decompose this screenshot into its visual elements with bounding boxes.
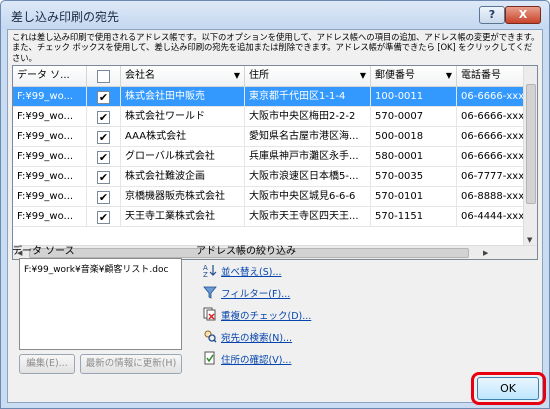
help-button[interactable]: ? (479, 6, 505, 24)
cell-phone[interactable]: 06-8888-xxxx (457, 187, 525, 207)
cell-source[interactable]: F:¥99_wo... (13, 187, 87, 207)
cell-zip[interactable]: 100-0011 (371, 87, 457, 107)
title-bar: 差し込み印刷の宛先 ? X (1, 1, 549, 29)
sort-dropdown-icon[interactable]: ▼ (360, 66, 366, 86)
row-checkbox[interactable]: ✔ (97, 171, 110, 184)
vertical-scrollbar[interactable]: ▲ ▼ (523, 66, 537, 246)
column-header-checkbox[interactable] (87, 66, 121, 87)
row-checkbox[interactable]: ✔ (97, 151, 110, 164)
cell-phone[interactable]: 06-6666-xxxx (457, 107, 525, 127)
refine-link[interactable]: 宛先の検索(N)... (221, 330, 292, 344)
find-recipient-icon (203, 329, 217, 343)
data-source-label: データ ソース (12, 246, 75, 257)
table-row[interactable]: F:¥99_wo... ✔ 天王寺工業株式会社 大阪市天王寺区四天王... 570-11… (13, 207, 525, 227)
cell-address[interactable]: 東京都千代田区1-1-4 (245, 87, 371, 107)
cell-company[interactable]: 株式会社ワールド (121, 107, 245, 127)
table-row[interactable]: F:¥99_wo... ✔ 株式会社田中販売 東京都千代田区1-1-4 100-0011… (13, 87, 525, 107)
cell-phone[interactable]: 06-6666-xxxx (457, 87, 525, 107)
table-row[interactable]: F:¥99_wo... ✔ グローバル株式会社 兵庫県神戸市灘区永手... 580-00… (13, 147, 525, 167)
grid-header: データ ソ... 会社名 ▼ 住所 ▼ 郵便番号 ▼ 電話番号 (13, 66, 537, 87)
row-checkbox[interactable]: ✔ (97, 91, 110, 104)
cell-address[interactable]: 大阪市中央区城見6-6-6 (245, 187, 371, 207)
cell-zip[interactable]: 500-0018 (371, 127, 457, 147)
table-row[interactable]: F:¥99_wo... ✔ 株式会社ワールド 大阪市中央区梅田2-2-2 570-000… (13, 107, 525, 127)
row-checkbox[interactable]: ✔ (97, 111, 110, 124)
row-checkbox[interactable]: ✔ (97, 191, 110, 204)
cell-zip[interactable]: 570-0007 (371, 107, 457, 127)
cell-source[interactable]: F:¥99_wo... (13, 207, 87, 227)
row-checkbox-cell: ✔ (87, 147, 121, 167)
cell-source[interactable]: F:¥99_wo... (13, 107, 87, 127)
vertical-scroll-thumb[interactable] (526, 84, 536, 204)
column-header-zip[interactable]: 郵便番号 ▼ (371, 66, 457, 87)
row-checkbox-cell: ✔ (87, 107, 121, 127)
cell-address[interactable]: 大阪市天王寺区四天王... (245, 207, 371, 227)
data-source-item[interactable]: F:¥99_work¥音楽¥顧客リスト.doc (24, 262, 168, 275)
cell-company[interactable]: 京橋機器販売株式会社 (121, 187, 245, 207)
cell-source[interactable]: F:¥99_wo... (13, 127, 87, 147)
sort-icon: AZ (203, 263, 217, 279)
filter-icon (203, 285, 217, 299)
scroll-right-icon[interactable]: ▶ (483, 249, 488, 257)
row-checkbox[interactable]: ✔ (97, 211, 110, 224)
cell-address[interactable]: 大阪市浪速区日本橋5-... (245, 167, 371, 187)
column-header-data-source[interactable]: データ ソ... (13, 66, 87, 87)
dialog-title: 差し込み印刷の宛先 (11, 10, 120, 24)
cell-zip[interactable]: 570-0035 (371, 167, 457, 187)
description-text: これは差し込み印刷で使用されるアドレス帳です。以下のオプションを使用して、アドレ… (12, 32, 540, 63)
validate-address-icon (203, 351, 217, 365)
cell-zip[interactable]: 570-0101 (371, 187, 457, 207)
cell-phone[interactable]: 06-7777-xxxx (457, 167, 525, 187)
cell-source[interactable]: F:¥99_wo... (13, 167, 87, 187)
refine-link[interactable]: 住所の確認(V)... (221, 352, 291, 366)
row-checkbox-cell: ✔ (87, 167, 121, 187)
cell-zip[interactable]: 580-0001 (371, 147, 457, 167)
cell-company[interactable]: AAA株式会社 (121, 127, 245, 147)
row-checkbox[interactable]: ✔ (97, 131, 110, 144)
mail-merge-recipients-dialog: 差し込み印刷の宛先 ? X これは差し込み印刷で使用されるアドレス帳です。以下の… (0, 0, 550, 409)
row-checkbox-cell: ✔ (87, 87, 121, 107)
row-checkbox-cell: ✔ (87, 207, 121, 227)
sort-dropdown-icon[interactable]: ▼ (234, 66, 240, 86)
cell-source[interactable]: F:¥99_wo... (13, 87, 87, 107)
cell-address[interactable]: 大阪市中央区梅田2-2-2 (245, 107, 371, 127)
row-checkbox-cell: ✔ (87, 187, 121, 207)
cell-source[interactable]: F:¥99_wo... (13, 147, 87, 167)
dialog-body: これは差し込み印刷で使用されるアドレス帳です。以下のオプションを使用して、アドレ… (7, 29, 543, 403)
cell-phone[interactable]: 06-6666-xxxx (457, 127, 525, 147)
refine-list-label: アドレス帳の絞り込み (196, 246, 296, 257)
edit-button[interactable]: 編集(E)... (19, 354, 75, 374)
refine-link[interactable]: 重複のチェック(D)... (221, 308, 311, 322)
cell-company[interactable]: 株式会社田中販売 (121, 87, 245, 107)
data-source-list[interactable]: F:¥99_work¥音楽¥顧客リスト.doc (19, 258, 182, 350)
cell-company[interactable]: 株式会社難波企画 (121, 167, 245, 187)
cell-zip[interactable]: 570-1151 (371, 207, 457, 227)
cell-company[interactable]: 天王寺工業株式会社 (121, 207, 245, 227)
close-button[interactable]: X (505, 6, 541, 24)
cell-phone[interactable]: 06-4444-xxxx (457, 207, 525, 227)
row-checkbox-cell: ✔ (87, 127, 121, 147)
refresh-button[interactable]: 最新の情報に更新(H) (80, 354, 182, 374)
cell-address[interactable]: 兵庫県神戸市灘区永手... (245, 147, 371, 167)
scroll-down-icon[interactable]: ▼ (527, 236, 532, 244)
refine-link[interactable]: フィルター(F)... (221, 286, 290, 300)
table-row[interactable]: F:¥99_wo... ✔ 京橋機器販売株式会社 大阪市中央区城見6-6-6 570-0… (13, 187, 525, 207)
svg-text:Z: Z (203, 271, 208, 277)
select-all-checkbox[interactable] (97, 70, 110, 83)
table-row[interactable]: F:¥99_wo... ✔ 株式会社難波企画 大阪市浪速区日本橋5-... 570-00… (13, 167, 525, 187)
cell-address[interactable]: 愛知県名古屋市港区海... (245, 127, 371, 147)
refine-link[interactable]: 並べ替え(S)... (221, 264, 282, 278)
duplicates-icon (203, 307, 217, 321)
recipients-grid[interactable]: データ ソ... 会社名 ▼ 住所 ▼ 郵便番号 ▼ 電話番号 F:¥99_wo...… (12, 65, 538, 260)
ok-button[interactable]: OK (477, 377, 539, 400)
sort-dropdown-icon[interactable]: ▼ (446, 66, 452, 86)
column-header-company[interactable]: 会社名 ▼ (121, 66, 245, 87)
column-header-address[interactable]: 住所 ▼ (245, 66, 371, 87)
cell-company[interactable]: グローバル株式会社 (121, 147, 245, 167)
cell-phone[interactable]: 06-6666-xxxx (457, 147, 525, 167)
table-row[interactable]: F:¥99_wo... ✔ AAA株式会社 愛知県名古屋市港区海... 500-0018… (13, 127, 525, 147)
